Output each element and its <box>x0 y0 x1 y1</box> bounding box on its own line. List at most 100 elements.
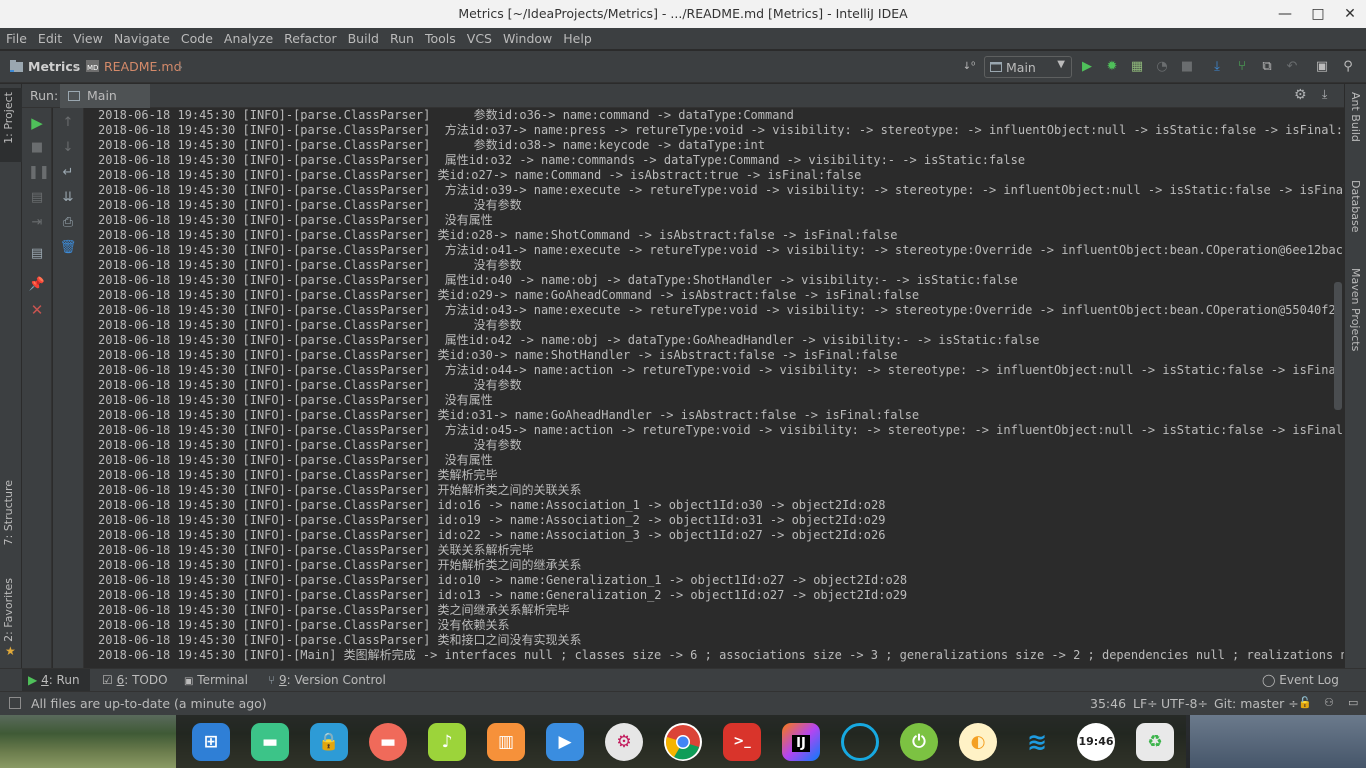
run-panel-label: Run: <box>30 88 59 103</box>
soft-wrap-icon[interactable]: ↵ <box>59 164 77 182</box>
application-icon <box>68 91 80 101</box>
console-output[interactable]: 2018-06-18 19:45:30 [INFO]-[parse.ClassP… <box>84 108 1344 668</box>
print-icon[interactable]: ⎙ <box>59 214 77 232</box>
revert-icon[interactable]: ↶ <box>1283 58 1301 76</box>
window-titlebar: Metrics [~/IdeaProjects/Metrics] - .../R… <box>0 0 1366 28</box>
folder-icon <box>10 60 23 72</box>
clock-icon[interactable]: 19:46 <box>1077 723 1115 761</box>
tool-tab-database[interactable]: Database <box>1349 180 1362 233</box>
bottom-tab-terminal[interactable]: ▣ Terminal <box>178 669 248 692</box>
branch-icon: ⑂ <box>268 673 276 687</box>
memory-icon[interactable]: ▭ <box>1348 696 1358 709</box>
search-everywhere-icon[interactable]: ⚲ <box>1339 58 1357 76</box>
file-encoding[interactable]: UTF-8÷ <box>1161 696 1208 711</box>
tool-tab-favorites[interactable]: 2: Favorites <box>2 578 15 642</box>
dump-threads-icon[interactable]: ▤ <box>28 189 46 207</box>
sort-icon[interactable]: ↓⁰ <box>960 58 978 76</box>
tool-tab-project[interactable]: 1: Project <box>2 92 15 144</box>
layout-icon[interactable]: ▤ <box>28 245 46 263</box>
wifi-icon[interactable]: ≋ <box>1018 723 1056 761</box>
app-store-icon[interactable]: 🔒 <box>310 723 348 761</box>
breadcrumb-project[interactable]: Metrics <box>10 59 80 74</box>
project-structure-icon[interactable]: ▣ <box>1313 58 1331 76</box>
power-plug-icon[interactable]: ⏻ <box>900 723 938 761</box>
run-tab-main[interactable]: Main <box>60 84 150 108</box>
application-icon <box>990 62 1002 72</box>
close-icon[interactable]: ✕ <box>28 301 46 319</box>
tool-tab-maven-projects[interactable]: Maven Projects <box>1349 268 1362 351</box>
run-icon[interactable]: ▶ <box>1078 58 1096 76</box>
git-branch[interactable]: Git: master ÷ <box>1214 696 1299 711</box>
intellij-icon[interactable]: IJ <box>782 723 820 761</box>
vcs-update-icon[interactable]: ⤓ <box>1208 58 1226 76</box>
console-scrollbar[interactable] <box>1334 282 1342 410</box>
console-line: 2018-06-18 19:45:30 [INFO]-[parse.ClassP… <box>98 498 886 512</box>
terminal-app-icon[interactable]: >_ <box>723 723 761 761</box>
menu-file[interactable]: File <box>0 28 32 50</box>
music-icon[interactable]: ♪ <box>428 723 466 761</box>
file-manager-icon[interactable]: ▬ <box>251 723 289 761</box>
bottom-tab-run[interactable]: ▶ 4: Run <box>22 669 90 692</box>
shopping-icon[interactable]: ▥ <box>487 723 525 761</box>
rerun-icon[interactable]: ▶ <box>28 114 46 132</box>
console-line: 2018-06-18 19:45:30 [INFO]-[parse.ClassP… <box>98 198 522 212</box>
screenshot-icon[interactable]: ▬ <box>369 723 407 761</box>
stop-icon[interactable]: ■ <box>28 139 46 157</box>
caret-position[interactable]: 35:46 <box>1090 696 1126 711</box>
arrow-down-icon[interactable]: ↓ <box>59 139 77 157</box>
menu-navigate[interactable]: Navigate <box>108 28 175 50</box>
breadcrumb-file[interactable]: MD README.md <box>86 59 182 74</box>
debug-icon[interactable]: ✹ <box>1103 58 1121 76</box>
minimize-button[interactable]: — <box>1270 2 1300 26</box>
star-icon: ★ <box>5 644 16 658</box>
bottom-tab-event-log[interactable]: ◯ Event Log <box>1256 669 1339 692</box>
profile-icon[interactable]: ◔ <box>1153 58 1171 76</box>
menu-tools[interactable]: Tools <box>419 28 461 50</box>
compare-icon[interactable]: ⧉ <box>1258 58 1276 76</box>
menu-run[interactable]: Run <box>384 28 419 50</box>
menu-edit[interactable]: Edit <box>32 28 67 50</box>
coverage-icon[interactable]: ▦ <box>1128 58 1146 76</box>
pause-icon[interactable]: ❚❚ <box>28 164 50 182</box>
chrome-icon[interactable] <box>664 723 702 761</box>
settings-gear-icon[interactable]: ⚙ <box>605 723 643 761</box>
inspector-icon[interactable]: ⚇ <box>1324 696 1334 709</box>
menu-build[interactable]: Build <box>342 28 384 50</box>
menu-refactor[interactable]: Refactor <box>278 28 341 50</box>
tool-tab-ant-build[interactable]: Ant Build <box>1349 92 1362 142</box>
close-window-button[interactable]: ✕ <box>1335 2 1365 26</box>
trash-icon[interactable]: 🗑 <box>59 239 77 257</box>
line-separator[interactable]: LF÷ <box>1133 696 1158 711</box>
console-line: 2018-06-18 19:45:30 [INFO]-[parse.ClassP… <box>98 213 493 227</box>
console-line: 2018-06-18 19:45:30 [INFO]-[parse.ClassP… <box>98 438 522 452</box>
pin-icon[interactable]: 📌 <box>28 276 46 294</box>
tool-tab-structure[interactable]: 7: Structure <box>2 480 15 545</box>
menu-window[interactable]: Window <box>497 28 557 50</box>
video-icon[interactable]: ▶ <box>546 723 584 761</box>
bottom-tab-version-control[interactable]: ⑂ 9: Version Control <box>262 669 386 692</box>
vcs-commit-icon[interactable]: ⑂ <box>1233 58 1251 76</box>
bottom-tab-todo[interactable]: ☑ 6: TODO <box>96 669 168 692</box>
dde-icon[interactable]: ◐ <box>959 723 997 761</box>
menu-help[interactable]: Help <box>557 28 597 50</box>
hide-panel-icon[interactable]: ⤓ <box>1322 87 1327 102</box>
todo-icon: ☑ <box>102 673 113 687</box>
menu-analyze[interactable]: Analyze <box>218 28 278 50</box>
menu-vcs[interactable]: VCS <box>461 28 497 50</box>
browser-ring-icon[interactable] <box>841 723 879 761</box>
gear-icon[interactable]: ⚙ <box>1294 87 1307 103</box>
event-log-icon: ◯ <box>1262 673 1276 687</box>
launcher-icon[interactable]: ⊞ <box>192 723 230 761</box>
lock-icon[interactable]: 🔓 <box>1298 696 1312 709</box>
maximize-button[interactable]: □ <box>1303 2 1333 26</box>
menu-code[interactable]: Code <box>175 28 218 50</box>
scroll-to-end-icon[interactable]: ⇊ <box>59 189 77 207</box>
run-configuration-select[interactable]: Main ▼ <box>984 56 1072 78</box>
stop-icon[interactable]: ■ <box>1178 58 1196 76</box>
trash-bin-icon[interactable]: ♻ <box>1136 723 1174 761</box>
status-toggle-icon[interactable] <box>9 697 21 709</box>
arrow-up-icon[interactable]: ↑ <box>59 114 77 132</box>
exit-icon[interactable]: ⇥ <box>28 214 46 232</box>
menu-view[interactable]: View <box>67 28 108 50</box>
status-message[interactable]: All files are up-to-date (a minute ago) <box>31 696 267 711</box>
